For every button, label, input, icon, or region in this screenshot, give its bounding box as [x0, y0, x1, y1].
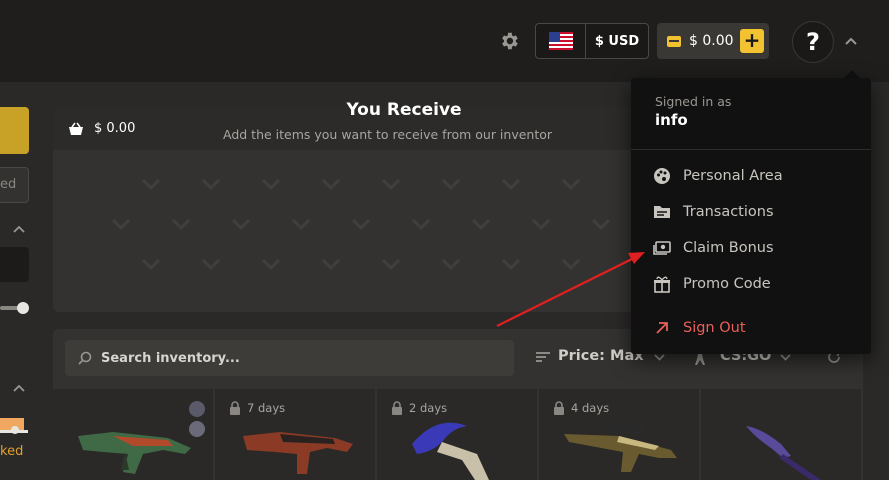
- top-header: $ USD $ 0.00 + ?: [0, 0, 889, 82]
- chevron-up-icon[interactable]: [843, 34, 859, 48]
- menu-item-claim-bonus[interactable]: Claim Bonus: [653, 236, 774, 260]
- inventory-item[interactable]: [53, 389, 213, 480]
- inventory-grid: 7 days 2 days 4 days: [53, 389, 863, 480]
- menu-item-label: Sign Out: [683, 320, 746, 336]
- lock-days: 7 days: [247, 401, 286, 415]
- lock-days: 2 days: [409, 401, 448, 415]
- chevron-up-icon[interactable]: [12, 382, 26, 394]
- ak47-icon: [78, 432, 191, 474]
- currency-selector[interactable]: $ USD: [535, 23, 649, 59]
- background-pattern: [111, 178, 611, 271]
- balance-button[interactable]: $ 0.00 +: [657, 23, 769, 59]
- inventory-item[interactable]: 4 days: [539, 389, 699, 480]
- awp-icon: [564, 426, 677, 472]
- inventory-item[interactable]: [701, 389, 861, 480]
- inventory-item[interactable]: 2 days: [377, 389, 537, 480]
- signed-in-label: Signed in as: [655, 94, 732, 109]
- search-icon: [78, 351, 92, 365]
- gift-icon: [654, 276, 670, 293]
- price-slider-handle[interactable]: [17, 302, 29, 314]
- lock-icon: [230, 401, 240, 415]
- palette-icon: [654, 168, 670, 184]
- currency-code: $ USD: [594, 33, 640, 49]
- user-menu: Signed in as info Personal Area Transact…: [631, 78, 871, 354]
- folder-icon: [654, 206, 670, 218]
- m4-rifle-icon: [243, 432, 353, 474]
- menu-item-label: Personal Area: [683, 168, 783, 184]
- help-button[interactable]: ?: [792, 21, 834, 63]
- search-input[interactable]: Search inventory...: [65, 340, 514, 376]
- balance-value: $ 0.00: [689, 33, 734, 49]
- gear-icon[interactable]: [498, 30, 520, 52]
- chevron-up-icon[interactable]: [12, 223, 26, 235]
- menu-item-transactions[interactable]: Transactions: [653, 200, 774, 224]
- us-flag-icon: [536, 24, 586, 58]
- sidebar-filter-text: ed: [0, 177, 17, 192]
- menu-item-promo-code[interactable]: Promo Code: [653, 272, 771, 296]
- cash-icon: [653, 241, 671, 255]
- wallet-icon: [667, 35, 681, 47]
- knife-icon: [746, 426, 821, 480]
- receive-subtitle: Add the items you want to receive from o…: [223, 127, 553, 142]
- lock-icon: [554, 401, 564, 415]
- sidebar-status-text: ked: [0, 444, 24, 459]
- receive-total: $ 0.00: [94, 121, 136, 136]
- search-placeholder: Search inventory...: [101, 350, 240, 366]
- menu-item-label: Claim Bonus: [683, 240, 774, 256]
- lock-icon: [392, 401, 402, 415]
- wear-slider-handle[interactable]: [11, 426, 19, 434]
- arrow-up-right-icon: [656, 322, 668, 334]
- basket-icon: [69, 122, 83, 135]
- menu-item-personal-area[interactable]: Personal Area: [653, 164, 783, 188]
- sidebar-input[interactable]: [0, 247, 29, 282]
- menu-divider: [631, 149, 871, 150]
- menu-item-label: Promo Code: [683, 276, 771, 292]
- username: info: [655, 111, 688, 129]
- sort-icon[interactable]: [535, 351, 551, 363]
- lock-days: 4 days: [571, 401, 610, 415]
- menu-item-sign-out[interactable]: Sign Out: [653, 316, 746, 340]
- menu-item-label: Transactions: [683, 204, 774, 220]
- sidebar-filter-field[interactable]: ed: [0, 167, 29, 203]
- inventory-item[interactable]: 7 days: [215, 389, 375, 480]
- add-funds-button[interactable]: +: [740, 29, 764, 53]
- karambit-icon: [412, 422, 489, 480]
